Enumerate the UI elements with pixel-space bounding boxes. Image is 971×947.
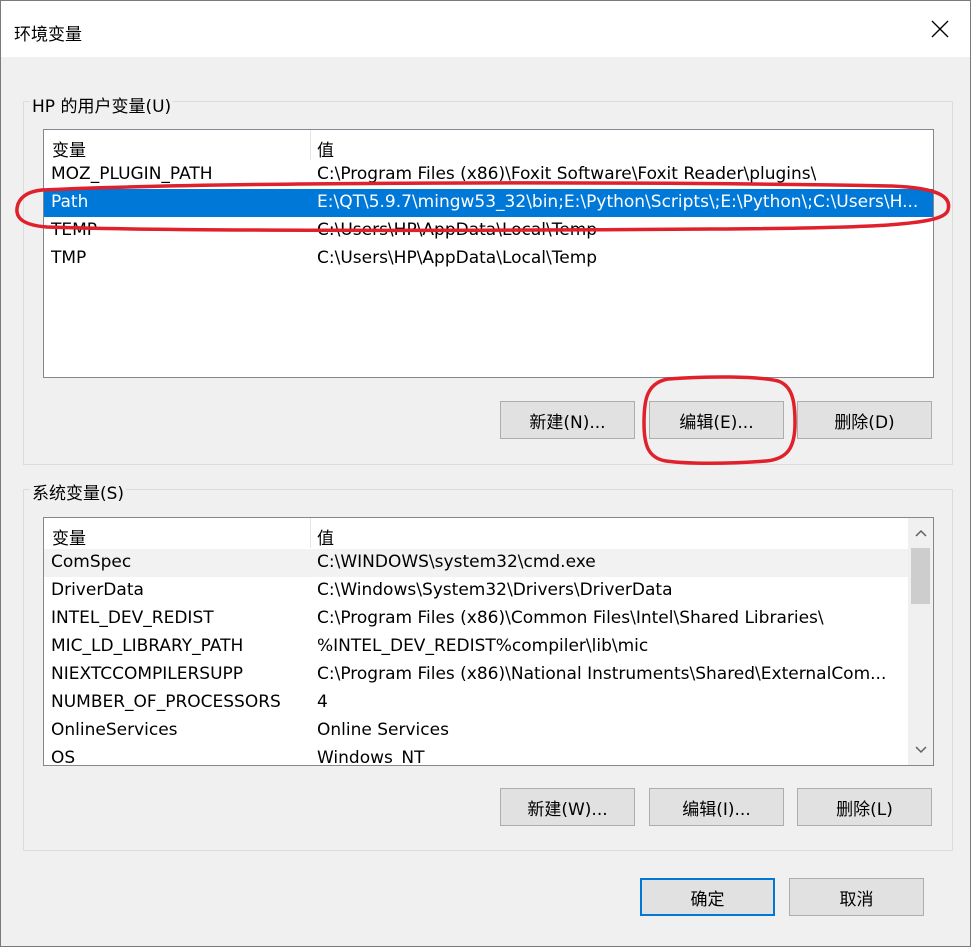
system-var-row[interactable]: OnlineServices Online Services xyxy=(44,717,908,745)
user-edit-button[interactable]: 编辑(E)... xyxy=(649,401,784,439)
close-button[interactable] xyxy=(910,1,970,57)
system-var-name: NUMBER_OF_PROCESSORS xyxy=(51,692,281,712)
system-var-value: 4 xyxy=(317,692,328,712)
system-var-name: INTEL_DEV_REDIST xyxy=(51,608,214,628)
system-delete-button[interactable]: 删除(L) xyxy=(797,788,932,826)
user-var-name: Path xyxy=(51,192,89,212)
header-variable[interactable]: 变量 xyxy=(52,136,86,161)
system-var-name: ComSpec xyxy=(51,552,132,572)
user-delete-button[interactable]: 删除(D) xyxy=(797,401,932,439)
user-new-button[interactable]: 新建(N)... xyxy=(500,401,635,439)
system-var-name: OS xyxy=(51,748,76,766)
system-var-value: C:\Program Files (x86)\National Instrume… xyxy=(317,664,887,684)
header-separator[interactable] xyxy=(310,518,311,548)
scroll-thumb[interactable] xyxy=(911,548,930,604)
user-var-row[interactable]: TMP C:\Users\HP\AppData\Local\Temp xyxy=(44,245,933,273)
user-variables-header: 变量 值 xyxy=(44,130,933,161)
user-var-name: MOZ_PLUGIN_PATH xyxy=(51,164,213,184)
system-var-row[interactable]: DriverData C:\Windows\System32\Drivers\D… xyxy=(44,577,908,605)
system-variables-list[interactable]: 变量 值 ComSpec C:\WINDOWS\system32\cmd.exe… xyxy=(43,517,934,766)
system-var-row[interactable]: ComSpec C:\WINDOWS\system32\cmd.exe xyxy=(44,549,908,577)
header-variable[interactable]: 变量 xyxy=(52,524,86,549)
user-var-value: E:\QT\5.9.7\mingw53_32\bin;E:\Python\Scr… xyxy=(317,192,919,212)
window-title: 环境变量 xyxy=(14,25,82,45)
system-variables-scrollbar[interactable] xyxy=(908,518,933,765)
system-variables-group-title: 系统变量(S) xyxy=(30,479,127,504)
user-variables-group-title: HP 的用户变量(U) xyxy=(30,92,174,117)
system-variables-header: 变量 值 xyxy=(44,518,908,549)
user-var-name: TMP xyxy=(51,248,87,268)
cancel-button[interactable]: 取消 xyxy=(789,878,924,916)
close-icon xyxy=(931,20,949,38)
system-var-name: NIEXTCCOMPILERSUPP xyxy=(51,664,244,684)
system-var-name: DriverData xyxy=(51,580,144,600)
user-var-row-selected[interactable]: Path E:\QT\5.9.7\mingw53_32\bin;E:\Pytho… xyxy=(44,189,933,217)
scroll-down-button[interactable] xyxy=(908,737,933,763)
system-var-row[interactable]: NIEXTCCOMPILERSUPP C:\Program Files (x86… xyxy=(44,661,908,689)
system-var-row[interactable]: INTEL_DEV_REDIST C:\Program Files (x86)\… xyxy=(44,605,908,633)
system-var-name: MIC_LD_LIBRARY_PATH xyxy=(51,636,244,656)
chevron-down-icon xyxy=(914,746,927,754)
system-new-button[interactable]: 新建(W)... xyxy=(500,788,635,826)
header-value[interactable]: 值 xyxy=(317,136,334,161)
ok-button[interactable]: 确定 xyxy=(640,878,775,916)
header-value[interactable]: 值 xyxy=(317,524,334,549)
system-var-value: %INTEL_DEV_REDIST%compiler\lib\mic xyxy=(317,636,649,656)
system-var-name: OnlineServices xyxy=(51,720,178,740)
user-var-row[interactable]: MOZ_PLUGIN_PATH C:\Program Files (x86)\F… xyxy=(44,161,933,189)
system-var-row[interactable]: MIC_LD_LIBRARY_PATH %INTEL_DEV_REDIST%co… xyxy=(44,633,908,661)
user-var-value: C:\Users\HP\AppData\Local\Temp xyxy=(317,220,598,240)
system-var-value: C:\WINDOWS\system32\cmd.exe xyxy=(317,552,596,572)
system-var-value: Windows_NT xyxy=(317,748,425,766)
user-var-row[interactable]: TEMP C:\Users\HP\AppData\Local\Temp xyxy=(44,217,933,245)
system-var-row[interactable]: OS Windows_NT xyxy=(44,745,908,766)
header-separator[interactable] xyxy=(310,130,311,160)
environment-variables-dialog: 环境变量 HP 的用户变量(U) 变量 值 MOZ_PLUGIN_PATH C:… xyxy=(0,0,971,947)
user-var-value: C:\Users\HP\AppData\Local\Temp xyxy=(317,248,598,268)
system-var-value: C:\Windows\System32\Drivers\DriverData xyxy=(317,580,673,600)
scroll-up-button[interactable] xyxy=(908,520,933,546)
user-variables-list[interactable]: 变量 值 MOZ_PLUGIN_PATH C:\Program Files (x… xyxy=(43,129,934,378)
system-var-value: C:\Program Files (x86)\Common Files\Inte… xyxy=(317,608,824,628)
user-var-value: C:\Program Files (x86)\Foxit Software\Fo… xyxy=(317,164,817,184)
system-var-row[interactable]: NUMBER_OF_PROCESSORS 4 xyxy=(44,689,908,717)
chevron-up-icon xyxy=(914,529,927,537)
system-edit-button[interactable]: 编辑(I)... xyxy=(649,788,784,826)
system-var-value: Online Services xyxy=(317,720,449,740)
title-bar: 环境变量 xyxy=(1,1,970,57)
user-var-name: TEMP xyxy=(51,220,98,240)
